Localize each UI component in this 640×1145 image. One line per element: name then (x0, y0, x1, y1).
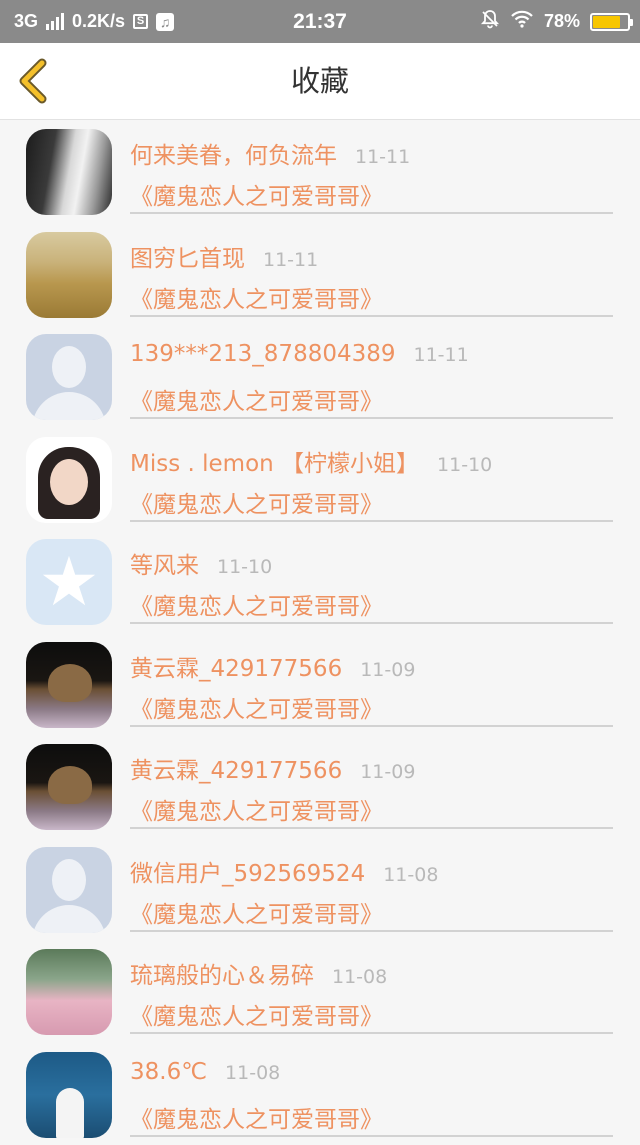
user-name: 何来美眷，何负流年 (130, 143, 337, 169)
user-name: 38.6℃ (130, 1059, 207, 1085)
item-date: 11-08 (332, 966, 387, 988)
item-date: 11-10 (217, 556, 272, 578)
story-title[interactable]: 《魔鬼恋人之可爱哥哥》 (130, 997, 383, 1031)
item-text: 微信用户_592569524 11-08 《魔鬼恋人之可爱哥哥》 (130, 848, 613, 932)
list-item[interactable]: 何来美眷，何负流年 11-11 《魔鬼恋人之可爱哥哥》 (0, 120, 640, 223)
item-text: 黄云霖_429177566 11-09 《魔鬼恋人之可爱哥哥》 (130, 643, 613, 727)
network-speed: 0.2K/s (72, 11, 125, 32)
story-title[interactable]: 《魔鬼恋人之可爱哥哥》 (130, 895, 383, 929)
user-name: 图穷匕首现 (130, 246, 245, 272)
list-item[interactable]: 38.6℃ 11-08 《魔鬼恋人之可爱哥哥》 (0, 1043, 640, 1145)
item-text: 图穷匕首现 11-11 《魔鬼恋人之可爱哥哥》 (130, 233, 613, 317)
list-item[interactable]: 黄云霖_429177566 11-09 《魔鬼恋人之可爱哥哥》 (0, 633, 640, 736)
list-item[interactable]: 139***213_878804389 11-11 《魔鬼恋人之可爱哥哥》 (0, 325, 640, 428)
avatar[interactable] (26, 949, 112, 1035)
avatar[interactable] (26, 334, 112, 420)
header: 收藏 (0, 43, 640, 120)
user-name: 139***213_878804389 (130, 341, 396, 367)
item-date: 11-08 (225, 1062, 280, 1084)
item-date: 11-08 (383, 864, 438, 886)
avatar[interactable] (26, 1052, 112, 1138)
item-date: 11-11 (355, 146, 410, 168)
item-text: 何来美眷，何负流年 11-11 《魔鬼恋人之可爱哥哥》 (130, 130, 613, 214)
item-text: 等风来 11-10 《魔鬼恋人之可爱哥哥》 (130, 540, 613, 624)
user-name: 黄云霖_429177566 (130, 758, 342, 784)
list-item[interactable]: Miss . lemon 【柠檬小姐】 11-10 《魔鬼恋人之可爱哥哥》 (0, 428, 640, 531)
item-date: 11-11 (414, 344, 469, 366)
page-title: 收藏 (0, 43, 640, 120)
network-type: 3G (14, 11, 38, 32)
avatar[interactable] (26, 232, 112, 318)
item-date: 11-10 (437, 454, 492, 476)
wifi-icon (510, 10, 534, 33)
mute-bell-icon (480, 9, 500, 34)
music-icon: ♫ (156, 13, 174, 31)
avatar[interactable] (26, 642, 112, 728)
story-title[interactable]: 《魔鬼恋人之可爱哥哥》 (130, 382, 383, 416)
story-title[interactable]: 《魔鬼恋人之可爱哥哥》 (130, 1100, 383, 1134)
item-text: 琉璃般的心＆易碎 11-08 《魔鬼恋人之可爱哥哥》 (130, 950, 613, 1034)
list-item[interactable]: 黄云霖_429177566 11-09 《魔鬼恋人之可爱哥哥》 (0, 735, 640, 838)
avatar[interactable] (26, 744, 112, 830)
user-name: 微信用户_592569524 (130, 861, 365, 887)
user-name: Miss . lemon 【柠檬小姐】 (130, 451, 419, 477)
story-title[interactable]: 《魔鬼恋人之可爱哥哥》 (130, 690, 383, 724)
item-date: 11-09 (360, 659, 415, 681)
battery-fill (593, 16, 620, 28)
user-name: 黄云霖_429177566 (130, 656, 342, 682)
s-notification-icon: S (133, 14, 148, 29)
item-date: 11-09 (360, 761, 415, 783)
signal-icon (46, 13, 64, 30)
avatar[interactable] (26, 129, 112, 215)
list-item[interactable]: 微信用户_592569524 11-08 《魔鬼恋人之可爱哥哥》 (0, 838, 640, 941)
item-text: 139***213_878804389 11-11 《魔鬼恋人之可爱哥哥》 (130, 335, 613, 419)
story-title[interactable]: 《魔鬼恋人之可爱哥哥》 (130, 280, 383, 314)
status-right: 78% (480, 0, 630, 43)
item-text: 38.6℃ 11-08 《魔鬼恋人之可爱哥哥》 (130, 1053, 613, 1137)
story-title[interactable]: 《魔鬼恋人之可爱哥哥》 (130, 177, 383, 211)
list-item[interactable]: ★ 等风来 11-10 《魔鬼恋人之可爱哥哥》 (0, 530, 640, 633)
avatar[interactable]: ★ (26, 539, 112, 625)
favorites-list: 何来美眷，何负流年 11-11 《魔鬼恋人之可爱哥哥》 图穷匕首现 11-11 《魔… (0, 120, 640, 1145)
avatar[interactable] (26, 437, 112, 523)
avatar[interactable] (26, 847, 112, 933)
story-title[interactable]: 《魔鬼恋人之可爱哥哥》 (130, 792, 383, 826)
story-title[interactable]: 《魔鬼恋人之可爱哥哥》 (130, 485, 383, 519)
item-text: Miss . lemon 【柠檬小姐】 11-10 《魔鬼恋人之可爱哥哥》 (130, 438, 613, 522)
item-text: 黄云霖_429177566 11-09 《魔鬼恋人之可爱哥哥》 (130, 745, 613, 829)
user-name: 琉璃般的心＆易碎 (130, 963, 314, 989)
story-title[interactable]: 《魔鬼恋人之可爱哥哥》 (130, 587, 383, 621)
star-icon: ★ (26, 545, 112, 621)
item-date: 11-11 (263, 249, 318, 271)
battery-percent: 78% (544, 11, 580, 32)
status-bar: 3G 0.2K/s S ♫ 21:37 78% (0, 0, 640, 43)
list-item[interactable]: 图穷匕首现 11-11 《魔鬼恋人之可爱哥哥》 (0, 223, 640, 326)
list-item[interactable]: 琉璃般的心＆易碎 11-08 《魔鬼恋人之可爱哥哥》 (0, 940, 640, 1043)
status-left: 3G 0.2K/s S ♫ (14, 0, 174, 43)
user-name: 等风来 (130, 553, 199, 579)
battery-icon (590, 13, 630, 31)
